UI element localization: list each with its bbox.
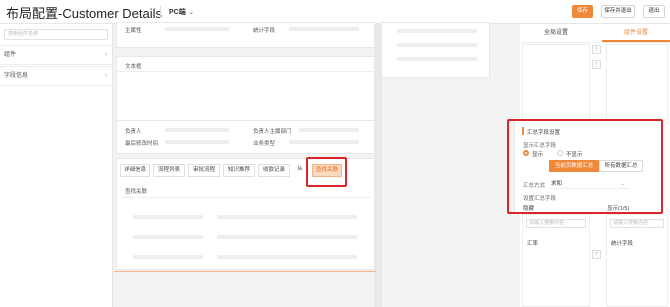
field-placeholder — [397, 57, 477, 61]
device-label: PC端 — [169, 9, 186, 16]
row-placeholder — [133, 235, 203, 239]
highlight-box — [306, 157, 347, 187]
move-left-icon[interactable]: ‹ — [592, 60, 601, 69]
component-search-input[interactable]: 搜索组件名称 — [4, 29, 108, 40]
row-placeholder — [217, 235, 357, 239]
component-sidebar: 搜索组件名称 组件 › 字段信息 › — [0, 24, 113, 307]
row-placeholder — [217, 215, 357, 219]
field-list-right — [606, 44, 668, 124]
field-placeholder — [165, 140, 229, 144]
field-list-left — [522, 44, 590, 124]
lookup-title: 查找关联 — [125, 189, 148, 195]
divider — [117, 71, 375, 72]
top-bar: 布局配置-Customer Details PC端 ⌄ 保存 保存并退出 退出 — [0, 0, 670, 24]
selected-search-input[interactable]: 请输入搜索内容 — [610, 219, 664, 228]
field-placeholder — [397, 43, 477, 47]
divider — [160, 6, 161, 18]
field-card[interactable]: 主属性 统计字段 — [116, 22, 376, 48]
field-label: 主属性 — [125, 28, 142, 34]
chevron-right-icon: › — [105, 52, 107, 58]
chevron-down-icon: ⌄ — [188, 10, 194, 16]
field-placeholder — [299, 128, 359, 132]
field-placeholder — [289, 27, 359, 31]
field-label: 负责人主属部门 — [253, 129, 292, 135]
sidebar-item-components[interactable]: 组件 › — [0, 45, 113, 65]
scroll-gutter — [374, 24, 382, 307]
highlight-box — [507, 119, 663, 214]
field-label: 统计字段 — [253, 28, 276, 34]
row-placeholder — [217, 255, 357, 259]
info-card[interactable]: 负责人 负责人主属部门 最后修改时间 业务类型 — [116, 120, 376, 154]
available-fields-list: 请输入搜索内容 汇率 — [522, 214, 590, 307]
tab-payments[interactable]: 收款记录 — [258, 164, 290, 177]
row-placeholder — [133, 215, 203, 219]
drop-indicator — [114, 271, 376, 272]
save-button[interactable]: 保存 — [572, 5, 593, 18]
field-label: 负责人 — [125, 129, 142, 135]
page-title: 布局配置-Customer Details — [6, 6, 163, 21]
field-placeholder — [289, 140, 359, 144]
field-label: 最后修改时间 — [125, 141, 159, 147]
tab-global-settings[interactable]: 全局设置 — [520, 24, 592, 42]
sidebar-item-fields[interactable]: 字段信息 › — [0, 66, 113, 86]
tab-approval[interactable]: 审批流程 — [188, 164, 220, 177]
divider — [121, 197, 371, 198]
tab-detail[interactable]: 详细信息 — [120, 164, 150, 177]
exit-button[interactable]: 退出 — [643, 5, 665, 18]
field-label: 业务类型 — [253, 141, 276, 147]
sidebar-item-label: 字段信息 — [4, 73, 29, 79]
device-selector[interactable]: PC端 ⌄ — [169, 7, 194, 17]
move-left-icon[interactable]: ‹ — [592, 250, 601, 259]
chevron-right-icon: › — [105, 73, 107, 79]
available-search-input[interactable]: 请输入搜索内容 — [526, 219, 586, 228]
field-placeholder — [397, 29, 477, 33]
tab-component-settings[interactable]: 组件设置 — [602, 24, 670, 42]
field-placeholder — [165, 27, 229, 31]
side-card[interactable] — [380, 22, 490, 78]
tab-process-list[interactable]: 流程列表 — [153, 164, 185, 177]
field-placeholder — [165, 128, 229, 132]
textbox-label: 文本框 — [125, 64, 142, 70]
tab-more[interactable]: 从 — [293, 164, 307, 177]
available-field-item[interactable]: 汇率 — [527, 239, 538, 247]
divider — [520, 42, 670, 43]
tab-knowledge[interactable]: 知识推荐 — [223, 164, 255, 177]
selected-fields-list: 请输入搜索内容 统计字段 — [606, 214, 668, 307]
move-right-icon[interactable]: › — [592, 45, 601, 54]
row-placeholder — [133, 255, 203, 259]
sidebar-item-label: 组件 — [4, 52, 17, 58]
save-exit-button[interactable]: 保存并退出 — [601, 5, 635, 18]
selected-field-item[interactable]: 统计字段 — [611, 239, 633, 247]
